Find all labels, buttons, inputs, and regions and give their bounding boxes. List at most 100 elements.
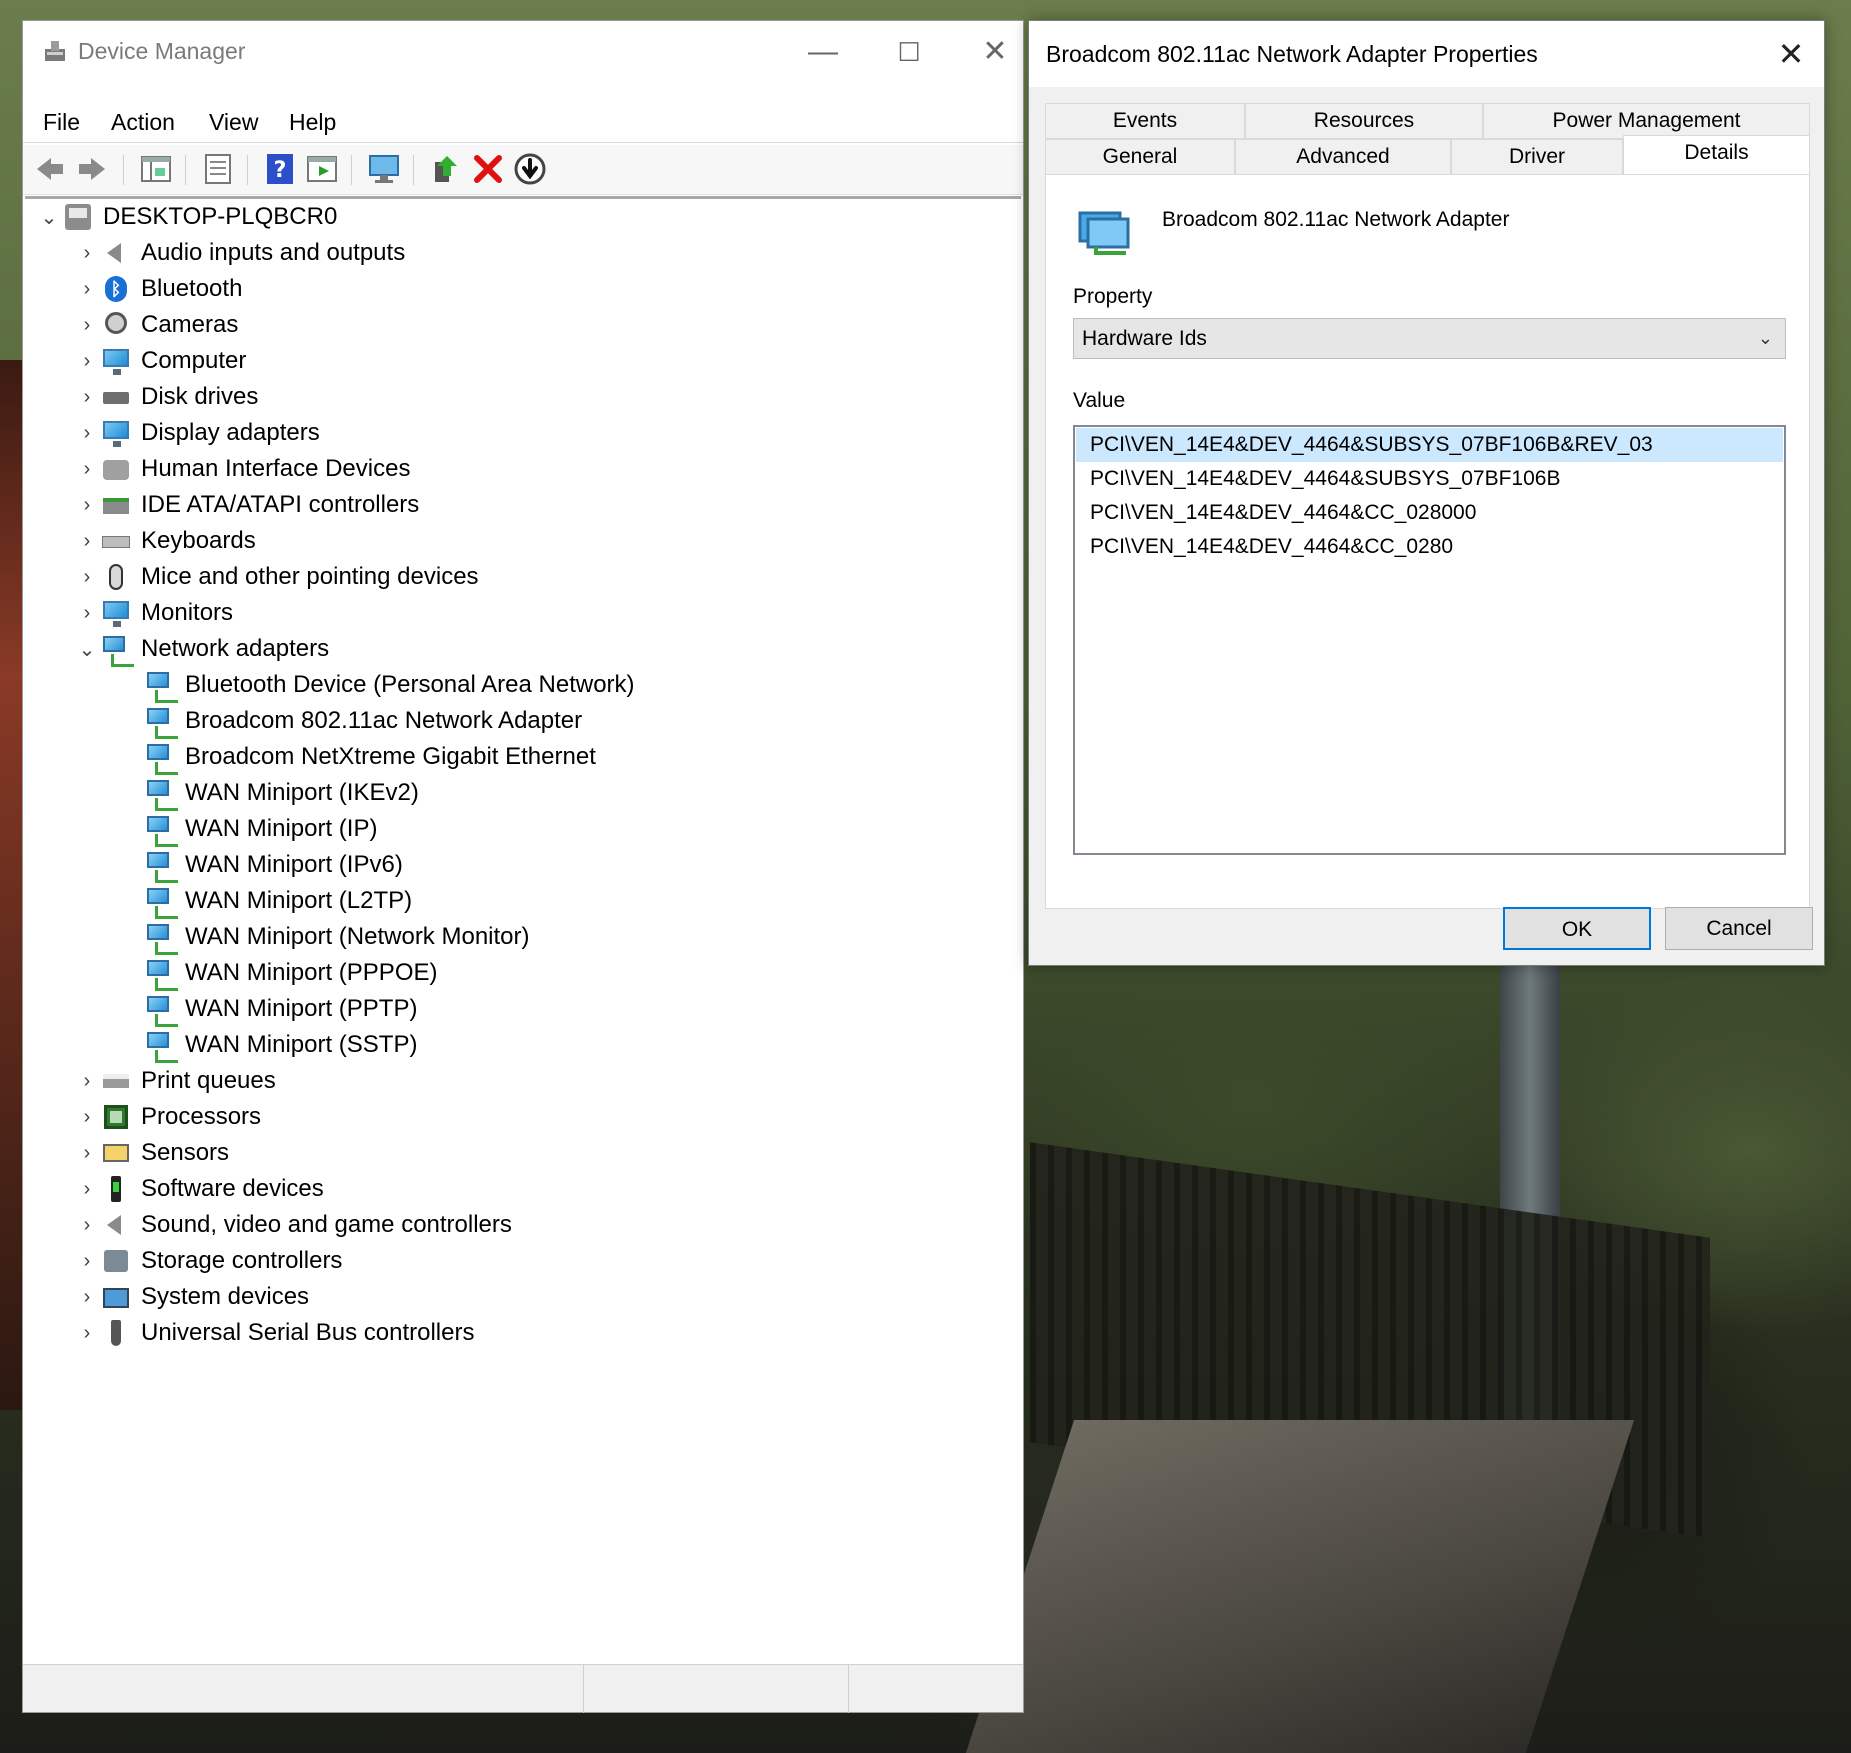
chevron-right-icon[interactable]: › — [73, 1243, 101, 1279]
chevron-right-icon[interactable]: › — [73, 487, 101, 523]
chevron-right-icon[interactable]: › — [73, 451, 101, 487]
processor-icon — [101, 1102, 131, 1132]
menu-file[interactable]: File — [43, 109, 80, 136]
tree-item-usb[interactable]: › Universal Serial Bus controllers — [73, 1315, 474, 1351]
network-adapter-item[interactable]: WAN Miniport (PPPOE) — [145, 955, 437, 991]
network-adapter-item[interactable]: Broadcom 802.11ac Network Adapter — [145, 703, 582, 739]
tree-item-processors[interactable]: › Processors — [73, 1099, 261, 1135]
chevron-right-icon[interactable]: › — [73, 523, 101, 559]
value-list-item[interactable]: PCI\VEN_14E4&DEV_4464&CC_0280 — [1076, 530, 1783, 564]
chevron-right-icon[interactable]: › — [73, 1135, 101, 1171]
value-list-item-selected[interactable]: PCI\VEN_14E4&DEV_4464&SUBSYS_07BF106B&RE… — [1076, 428, 1783, 462]
bluetooth-icon: ᛒ — [101, 274, 131, 304]
value-list-item[interactable]: PCI\VEN_14E4&DEV_4464&SUBSYS_07BF106B — [1076, 462, 1783, 496]
scan-hardware-icon[interactable] — [367, 152, 401, 186]
value-label: Value — [1073, 389, 1126, 412]
tab-general[interactable]: General — [1045, 139, 1235, 175]
network-adapter-item[interactable]: Bluetooth Device (Personal Area Network) — [145, 667, 635, 703]
tree-item-cameras[interactable]: › Cameras — [73, 307, 239, 343]
tab-resources[interactable]: Resources — [1245, 103, 1483, 139]
tree-item-sound[interactable]: › Sound, video and game controllers — [73, 1207, 512, 1243]
computer-root-icon — [63, 202, 93, 232]
uninstall-icon[interactable] — [471, 152, 505, 186]
tree-item-bluetooth[interactable]: › ᛒ Bluetooth — [73, 271, 242, 307]
run-icon[interactable] — [305, 152, 339, 186]
toolbar-separator — [185, 155, 186, 185]
chevron-right-icon[interactable]: › — [73, 1279, 101, 1315]
chevron-right-icon[interactable]: › — [73, 559, 101, 595]
title-bar[interactable]: Device Manager — ☐ ✕ — [23, 21, 1023, 83]
network-adapter-item[interactable]: WAN Miniport (IKEv2) — [145, 775, 419, 811]
back-icon[interactable] — [33, 152, 67, 186]
forward-icon[interactable] — [75, 152, 109, 186]
chevron-right-icon[interactable]: › — [73, 307, 101, 343]
tab-driver[interactable]: Driver — [1451, 139, 1623, 175]
chevron-right-icon[interactable]: › — [73, 1099, 101, 1135]
tree-item-network-adapters[interactable]: ⌄ Network adapters — [73, 631, 329, 667]
properties-grid-icon[interactable] — [139, 152, 173, 186]
disable-icon[interactable] — [513, 152, 547, 186]
chevron-right-icon[interactable]: › — [73, 1207, 101, 1243]
chevron-right-icon[interactable]: › — [73, 271, 101, 307]
tree-item-label: Network adapters — [141, 635, 330, 662]
tree-item-mice[interactable]: › Mice and other pointing devices — [73, 559, 479, 595]
maximize-button[interactable]: ☐ — [879, 29, 939, 75]
network-adapter-item[interactable]: WAN Miniport (L2TP) — [145, 883, 412, 919]
close-button[interactable]: ✕ — [965, 29, 1025, 75]
minimize-button[interactable]: — — [793, 29, 853, 75]
property-select[interactable]: Hardware Ids ⌄ — [1073, 318, 1786, 359]
network-adapter-item[interactable]: WAN Miniport (IPv6) — [145, 847, 403, 883]
status-bar-pane — [848, 1665, 1024, 1713]
network-adapter-item[interactable]: Broadcom NetXtreme Gigabit Ethernet — [145, 739, 596, 775]
value-list-item[interactable]: PCI\VEN_14E4&DEV_4464&CC_028000 — [1076, 496, 1783, 530]
tab-advanced[interactable]: Advanced — [1235, 139, 1451, 175]
value-list[interactable]: PCI\VEN_14E4&DEV_4464&SUBSYS_07BF106B&RE… — [1073, 425, 1786, 855]
menu-view[interactable]: View — [209, 109, 258, 136]
tree-item-label: WAN Miniport (Network Monitor) — [185, 923, 530, 950]
network-adapter-item[interactable]: WAN Miniport (SSTP) — [145, 1027, 417, 1063]
tree-item-ide[interactable]: › IDE ATA/ATAPI controllers — [73, 487, 420, 523]
ok-button[interactable]: OK — [1503, 907, 1651, 950]
update-driver-icon[interactable] — [429, 152, 463, 186]
chevron-right-icon[interactable]: › — [73, 1063, 101, 1099]
chevron-down-icon[interactable]: ⌄ — [35, 199, 63, 235]
chevron-right-icon[interactable]: › — [73, 415, 101, 451]
tree-item-storage-controllers[interactable]: › Storage controllers — [73, 1243, 343, 1279]
tree-item-keyboards[interactable]: › Keyboards — [73, 523, 256, 559]
menu-help[interactable]: Help — [289, 109, 336, 136]
tree-item-software-devices[interactable]: › Software devices — [73, 1171, 324, 1207]
menu-action[interactable]: Action — [111, 109, 175, 136]
network-adapter-item[interactable]: WAN Miniport (PPTP) — [145, 991, 417, 1027]
chevron-right-icon[interactable]: › — [73, 379, 101, 415]
tab-events[interactable]: Events — [1045, 103, 1245, 139]
tree-item-disk-drives[interactable]: › Disk drives — [73, 379, 259, 415]
storage-controller-icon — [101, 1246, 131, 1276]
network-adapter-item[interactable]: WAN Miniport (IP) — [145, 811, 377, 847]
help-icon[interactable]: ? — [263, 152, 297, 186]
tab-details[interactable]: Details — [1623, 135, 1810, 175]
chevron-right-icon[interactable]: › — [73, 235, 101, 271]
tree-item-print-queues[interactable]: › Print queues — [73, 1063, 276, 1099]
chevron-right-icon[interactable]: › — [73, 1171, 101, 1207]
cancel-button[interactable]: Cancel — [1665, 907, 1813, 950]
chevron-right-icon[interactable]: › — [73, 343, 101, 379]
tree-item-computer[interactable]: › Computer — [73, 343, 246, 379]
tree-item-audio[interactable]: › Audio inputs and outputs — [73, 235, 406, 271]
chevron-right-icon[interactable]: › — [73, 1315, 101, 1351]
tab-power-management[interactable]: Power Management — [1483, 103, 1810, 139]
dialog-close-button[interactable]: ✕ — [1768, 31, 1814, 77]
tree-item-hid[interactable]: › Human Interface Devices — [73, 451, 411, 487]
disk-drive-icon — [101, 382, 131, 412]
list-view-icon[interactable] — [201, 152, 235, 186]
tree-item-system-devices[interactable]: › System devices — [73, 1279, 309, 1315]
device-name: Broadcom 802.11ac Network Adapter — [1162, 208, 1510, 231]
network-adapter-item[interactable]: WAN Miniport (Network Monitor) — [145, 919, 530, 955]
tree-item-sensors[interactable]: › Sensors — [73, 1135, 229, 1171]
tree-item-label: Disk drives — [141, 383, 259, 410]
tree-item-monitors[interactable]: › Monitors — [73, 595, 233, 631]
chevron-right-icon[interactable]: › — [73, 595, 101, 631]
tree-root[interactable]: ⌄ DESKTOP-PLQBCR0 — [35, 199, 337, 235]
chevron-down-icon[interactable]: ⌄ — [73, 631, 101, 667]
dialog-title-bar[interactable]: Broadcom 802.11ac Network Adapter Proper… — [1029, 21, 1824, 87]
tree-item-display-adapters[interactable]: › Display adapters — [73, 415, 320, 451]
